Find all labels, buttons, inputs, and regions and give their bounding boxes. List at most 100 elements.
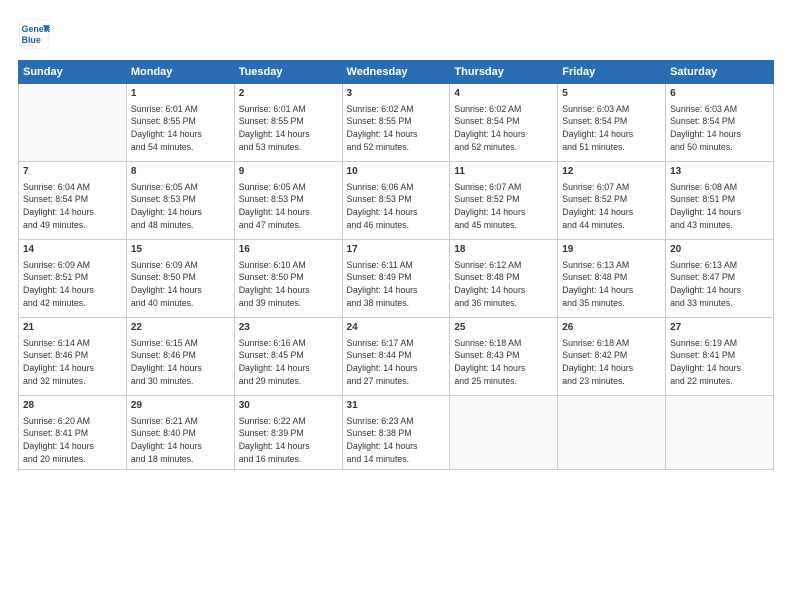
day-cell: 1Sunrise: 6:01 AMSunset: 8:55 PMDaylight… <box>126 84 234 162</box>
logo: General Blue <box>18 18 54 50</box>
day-info: and 35 minutes. <box>562 297 661 310</box>
day-info: and 46 minutes. <box>347 219 446 232</box>
day-number: 24 <box>347 321 446 336</box>
day-cell: 4Sunrise: 6:02 AMSunset: 8:54 PMDaylight… <box>450 84 558 162</box>
day-info: and 53 minutes. <box>239 141 338 154</box>
day-info: Sunset: 8:54 PM <box>23 193 122 206</box>
day-info: Daylight: 14 hours <box>454 206 553 219</box>
day-number: 12 <box>562 165 661 180</box>
day-info: Sunset: 8:40 PM <box>131 427 230 440</box>
day-number: 10 <box>347 165 446 180</box>
day-number: 4 <box>454 87 553 102</box>
day-info: Sunrise: 6:04 AM <box>23 181 122 194</box>
day-info: and 44 minutes. <box>562 219 661 232</box>
day-info: Daylight: 14 hours <box>347 128 446 141</box>
day-info: Daylight: 14 hours <box>23 284 122 297</box>
day-info: Daylight: 14 hours <box>454 284 553 297</box>
day-info: Sunset: 8:41 PM <box>670 349 769 362</box>
day-info: Sunrise: 6:13 AM <box>670 259 769 272</box>
day-info: Sunrise: 6:14 AM <box>23 337 122 350</box>
day-info: Sunset: 8:46 PM <box>23 349 122 362</box>
day-cell: 13Sunrise: 6:08 AMSunset: 8:51 PMDayligh… <box>666 162 774 240</box>
day-info: Daylight: 14 hours <box>347 362 446 375</box>
day-info: and 42 minutes. <box>23 297 122 310</box>
day-number: 27 <box>670 321 769 336</box>
day-number: 5 <box>562 87 661 102</box>
day-number: 28 <box>23 399 122 414</box>
day-info: Sunrise: 6:20 AM <box>23 415 122 428</box>
day-info: Daylight: 14 hours <box>562 128 661 141</box>
day-info: Sunset: 8:51 PM <box>670 193 769 206</box>
day-info: Sunrise: 6:09 AM <box>23 259 122 272</box>
day-info: Sunrise: 6:18 AM <box>562 337 661 350</box>
day-cell: 27Sunrise: 6:19 AMSunset: 8:41 PMDayligh… <box>666 318 774 396</box>
day-info: and 43 minutes. <box>670 219 769 232</box>
day-number: 22 <box>131 321 230 336</box>
col-header-friday: Friday <box>558 61 666 84</box>
day-info: and 51 minutes. <box>562 141 661 154</box>
day-info: and 49 minutes. <box>23 219 122 232</box>
day-info: Sunset: 8:52 PM <box>454 193 553 206</box>
day-info: Daylight: 14 hours <box>562 206 661 219</box>
day-info: Daylight: 14 hours <box>347 206 446 219</box>
day-info: Sunset: 8:54 PM <box>454 115 553 128</box>
day-info: Daylight: 14 hours <box>239 440 338 453</box>
day-info: Sunrise: 6:07 AM <box>562 181 661 194</box>
day-info: Daylight: 14 hours <box>239 362 338 375</box>
day-cell: 5Sunrise: 6:03 AMSunset: 8:54 PMDaylight… <box>558 84 666 162</box>
day-number: 9 <box>239 165 338 180</box>
day-cell: 15Sunrise: 6:09 AMSunset: 8:50 PMDayligh… <box>126 240 234 318</box>
day-cell <box>666 396 774 470</box>
day-info: Sunrise: 6:05 AM <box>239 181 338 194</box>
day-cell <box>558 396 666 470</box>
day-number: 13 <box>670 165 769 180</box>
day-info: and 25 minutes. <box>454 375 553 388</box>
col-header-wednesday: Wednesday <box>342 61 450 84</box>
day-info: Sunset: 8:44 PM <box>347 349 446 362</box>
day-info: and 54 minutes. <box>131 141 230 154</box>
day-cell: 30Sunrise: 6:22 AMSunset: 8:39 PMDayligh… <box>234 396 342 470</box>
day-info: Sunset: 8:50 PM <box>131 271 230 284</box>
day-info: Daylight: 14 hours <box>131 440 230 453</box>
day-info: Sunset: 8:48 PM <box>454 271 553 284</box>
col-header-saturday: Saturday <box>666 61 774 84</box>
day-number: 1 <box>131 87 230 102</box>
day-number: 17 <box>347 243 446 258</box>
day-info: Sunrise: 6:03 AM <box>562 103 661 116</box>
day-info: Daylight: 14 hours <box>239 206 338 219</box>
day-info: and 48 minutes. <box>131 219 230 232</box>
day-number: 31 <box>347 399 446 414</box>
day-info: Sunrise: 6:09 AM <box>131 259 230 272</box>
day-info: Sunrise: 6:19 AM <box>670 337 769 350</box>
day-cell <box>450 396 558 470</box>
day-number: 26 <box>562 321 661 336</box>
header-row: SundayMondayTuesdayWednesdayThursdayFrid… <box>19 61 774 84</box>
day-info: Daylight: 14 hours <box>347 440 446 453</box>
day-info: Sunset: 8:39 PM <box>239 427 338 440</box>
day-number: 19 <box>562 243 661 258</box>
day-cell: 28Sunrise: 6:20 AMSunset: 8:41 PMDayligh… <box>19 396 127 470</box>
day-cell: 9Sunrise: 6:05 AMSunset: 8:53 PMDaylight… <box>234 162 342 240</box>
day-info: Daylight: 14 hours <box>670 128 769 141</box>
day-info: Sunrise: 6:05 AM <box>131 181 230 194</box>
day-info: Sunrise: 6:15 AM <box>131 337 230 350</box>
day-cell: 11Sunrise: 6:07 AMSunset: 8:52 PMDayligh… <box>450 162 558 240</box>
day-info: Sunrise: 6:01 AM <box>239 103 338 116</box>
day-number: 15 <box>131 243 230 258</box>
day-info: Sunset: 8:50 PM <box>239 271 338 284</box>
day-number: 25 <box>454 321 553 336</box>
day-info: Daylight: 14 hours <box>454 362 553 375</box>
week-row-2: 7Sunrise: 6:04 AMSunset: 8:54 PM Daylight… <box>19 162 774 240</box>
day-info: Sunset: 8:55 PM <box>347 115 446 128</box>
day-cell: 16Sunrise: 6:10 AMSunset: 8:50 PMDayligh… <box>234 240 342 318</box>
day-number: 21 <box>23 321 122 336</box>
col-header-monday: Monday <box>126 61 234 84</box>
day-info: Sunset: 8:51 PM <box>23 271 122 284</box>
day-info: Daylight: 14 hours <box>23 362 122 375</box>
day-info: Sunrise: 6:17 AM <box>347 337 446 350</box>
day-number: 23 <box>239 321 338 336</box>
day-number: 7 <box>23 165 122 180</box>
calendar-table: SundayMondayTuesdayWednesdayThursdayFrid… <box>18 60 774 470</box>
day-info: and 40 minutes. <box>131 297 230 310</box>
day-info: Daylight: 14 hours <box>670 284 769 297</box>
